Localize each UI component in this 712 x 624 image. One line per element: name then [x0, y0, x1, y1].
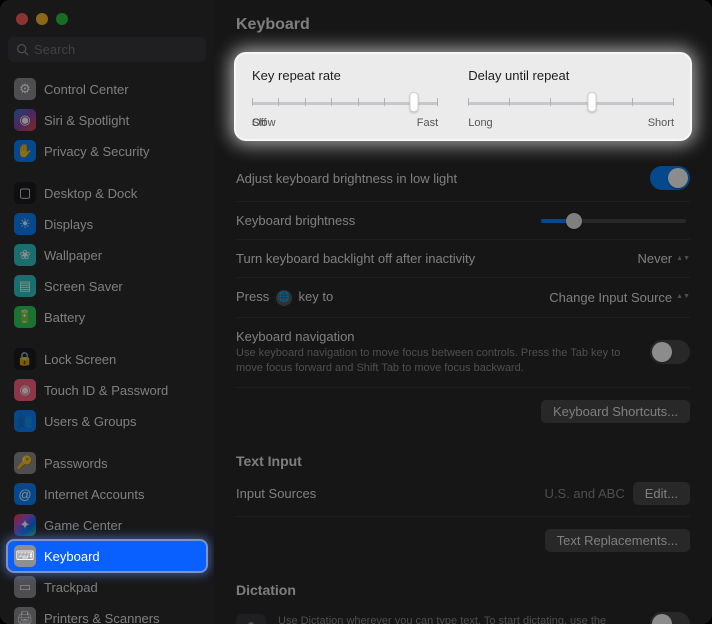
sidebar-item-label: Wallpaper	[44, 248, 102, 263]
press-globe-label: Press 🌐 key to	[236, 289, 333, 306]
sidebar-item-label: Users & Groups	[44, 414, 136, 429]
sidebar-item-game-center[interactable]: ✦ Game Center	[8, 510, 206, 540]
delay-short-label: Short	[648, 117, 674, 129]
sidebar-item-label: Screen Saver	[44, 279, 123, 294]
key-repeat-rate-group: Key repeat rate Off Slow Fast	[252, 68, 438, 129]
input-sources-value: U.S. and ABC	[545, 486, 625, 501]
keyboard-nav-toggle[interactable]	[650, 340, 690, 364]
sidebar-item-displays[interactable]: ☀︎ Displays	[8, 209, 206, 239]
key-repeat-fast-label: Fast	[417, 117, 438, 129]
sidebar: ⚙︎ Control Center ◉ Siri & Spotlight ✋ Privac…	[0, 0, 214, 624]
sidebar-item-label: Siri & Spotlight	[44, 113, 129, 128]
search-field[interactable]	[8, 37, 206, 62]
main-content: Keyboard Key repeat rate Off Slow Fast D…	[214, 0, 712, 624]
sidebar-icon: 🔋	[14, 306, 36, 328]
sidebar-item-label: Game Center	[44, 518, 122, 533]
delay-until-repeat-label: Delay until repeat	[468, 68, 674, 83]
chevrons-icon: ▲▼	[676, 256, 690, 262]
sidebar-item-label: Control Center	[44, 82, 129, 97]
sidebar-item-trackpad[interactable]: ▭ Trackpad	[8, 572, 206, 602]
sidebar-icon: @	[14, 483, 36, 505]
sidebar-item-label: Touch ID & Password	[44, 383, 168, 398]
sidebar-item-label: Desktop & Dock	[44, 186, 137, 201]
input-sources-label: Input Sources	[236, 486, 316, 501]
dictation-toggle[interactable]	[650, 612, 690, 624]
sidebar-icon: ✦	[14, 514, 36, 536]
keyboard-brightness-label: Keyboard brightness	[236, 213, 355, 228]
search-icon	[16, 43, 29, 56]
minimize-button[interactable]	[36, 13, 48, 25]
sidebar-icon: 🔒	[14, 348, 36, 370]
backlight-off-label: Turn keyboard backlight off after inacti…	[236, 251, 475, 266]
sidebar-item-internet-accounts[interactable]: @ Internet Accounts	[8, 479, 206, 509]
sidebar-item-label: Printers & Scanners	[44, 611, 160, 624]
sidebar-icon: ▤	[14, 275, 36, 297]
input-sources-edit-button[interactable]: Edit...	[633, 482, 690, 505]
search-input[interactable]	[34, 42, 198, 57]
keyboard-nav-label: Keyboard navigation	[236, 329, 650, 344]
sidebar-item-printers-scanners[interactable]: 🖨 Printers & Scanners	[8, 603, 206, 624]
sidebar-item-label: Battery	[44, 310, 85, 325]
keyboard-nav-description: Use keyboard navigation to move focus be…	[236, 346, 650, 377]
sidebar-item-touch-id-password[interactable]: ◉ Touch ID & Password	[8, 375, 206, 405]
backlight-off-popup[interactable]: Never ▲▼	[637, 251, 690, 266]
sidebar-icon: 👥	[14, 410, 36, 432]
sidebar-icon: ❀	[14, 244, 36, 266]
sidebar-item-battery[interactable]: 🔋 Battery	[8, 302, 206, 332]
sidebar-item-label: Trackpad	[44, 580, 98, 595]
chevrons-icon: ▲▼	[676, 294, 690, 300]
keyboard-shortcuts-button[interactable]: Keyboard Shortcuts...	[541, 400, 690, 423]
sidebar-item-label: Lock Screen	[44, 352, 116, 367]
sidebar-icon: ⌨︎	[14, 545, 36, 567]
keyboard-brightness-slider[interactable]	[541, 219, 686, 223]
delay-long-label: Long	[468, 117, 492, 129]
close-button[interactable]	[16, 13, 28, 25]
sidebar-item-users-groups[interactable]: 👥 Users & Groups	[8, 406, 206, 436]
sidebar-item-wallpaper[interactable]: ❀ Wallpaper	[8, 240, 206, 270]
delay-until-repeat-group: Delay until repeat Long Short	[468, 68, 674, 129]
sidebar-item-siri-spotlight[interactable]: ◉ Siri & Spotlight	[8, 105, 206, 135]
maximize-button[interactable]	[56, 13, 68, 25]
sidebar-item-privacy-security[interactable]: ✋ Privacy & Security	[8, 136, 206, 166]
text-input-heading: Text Input	[236, 453, 690, 469]
adjust-brightness-low-light-label: Adjust keyboard brightness in low light	[236, 171, 457, 186]
sidebar-icon: ▢	[14, 182, 36, 204]
sidebar-item-label: Privacy & Security	[44, 144, 149, 159]
sidebar-icon: ◉	[14, 379, 36, 401]
key-repeat-rate-label: Key repeat rate	[252, 68, 438, 83]
window-controls	[8, 8, 206, 37]
delay-until-repeat-slider[interactable]	[468, 93, 674, 111]
key-repeat-rate-slider[interactable]	[252, 93, 438, 111]
globe-icon: 🌐	[276, 290, 292, 306]
sidebar-icon: ◉	[14, 109, 36, 131]
text-replacements-button[interactable]: Text Replacements...	[545, 529, 690, 552]
sidebar-item-desktop-dock[interactable]: ▢ Desktop & Dock	[8, 178, 206, 208]
sidebar-item-label: Passwords	[44, 456, 108, 471]
page-title: Keyboard	[236, 16, 690, 34]
sidebar-item-label: Displays	[44, 217, 93, 232]
sidebar-item-lock-screen[interactable]: 🔒 Lock Screen	[8, 344, 206, 374]
dictation-description: Use Dictation wherever you can type text…	[278, 614, 638, 624]
adjust-brightness-low-light-toggle[interactable]	[650, 166, 690, 190]
sidebar-icon: ✋	[14, 140, 36, 162]
sidebar-icon: 🔑	[14, 452, 36, 474]
press-globe-popup[interactable]: Change Input Source ▲▼	[549, 290, 690, 305]
sidebar-icon: ☀︎	[14, 213, 36, 235]
sidebar-item-passwords[interactable]: 🔑 Passwords	[8, 448, 206, 478]
sidebar-item-keyboard[interactable]: ⌨︎ Keyboard	[8, 541, 206, 571]
sidebar-item-label: Internet Accounts	[44, 487, 144, 502]
sidebar-item-control-center[interactable]: ⚙︎ Control Center	[8, 74, 206, 104]
key-repeat-slow-label: Slow	[252, 117, 276, 129]
microphone-icon	[236, 614, 266, 624]
sidebar-icon: 🖨	[14, 607, 36, 624]
dictation-heading: Dictation	[236, 582, 690, 598]
sidebar-icon: ⚙︎	[14, 78, 36, 100]
sidebar-item-screen-saver[interactable]: ▤ Screen Saver	[8, 271, 206, 301]
repeat-sliders-box: Key repeat rate Off Slow Fast Delay unti…	[236, 54, 690, 139]
sidebar-item-label: Keyboard	[44, 549, 100, 564]
sidebar-icon: ▭	[14, 576, 36, 598]
